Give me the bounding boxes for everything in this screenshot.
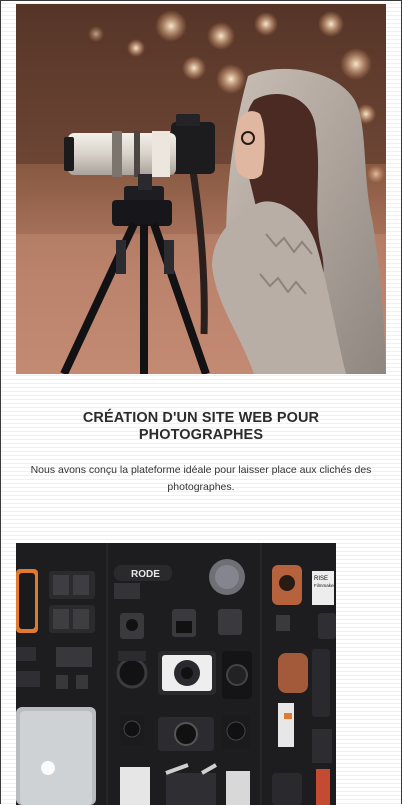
project-image-photographer[interactable] [16,4,386,374]
rise-box-label: RISE [314,576,328,582]
camera-gear-photo-icon: RODE RISE Filmmaker [16,543,336,805]
project-description: Nous avons conçu la plateforme idéale po… [30,463,372,493]
photographer-photo-icon [16,4,386,374]
project-title[interactable]: CRÉATION D'UN SITE WEB POUR PHOTOGRAPHES [40,410,362,444]
project-image-gear[interactable]: RODE RISE Filmmaker [16,543,336,805]
rode-label: RODE [131,569,160,580]
filmmaker-box-label: Filmmaker [314,583,336,588]
